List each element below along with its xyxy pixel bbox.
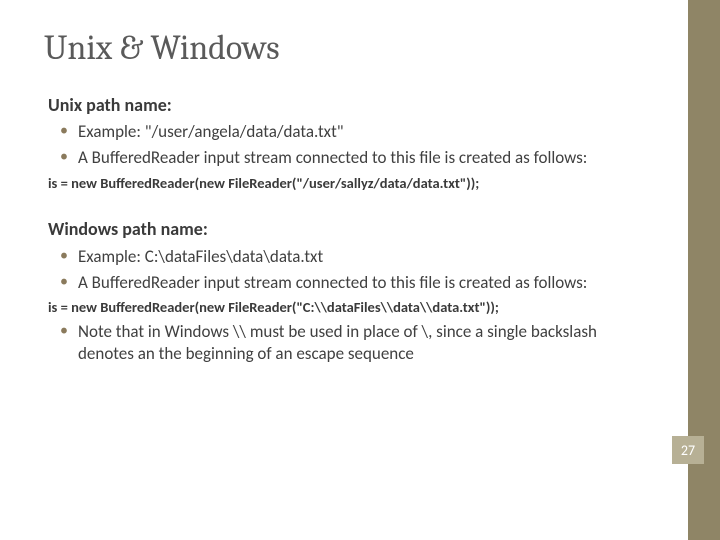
windows-code: is = new BufferedReader(new FileReader("… — [48, 298, 650, 317]
windows-list-cont: Note that in Windows \\ must be used in … — [48, 321, 650, 365]
list-item: Example: "/user/angela/data/data.txt" — [78, 121, 650, 143]
list-item: A BufferedReader input stream connected … — [78, 272, 650, 294]
slide-title: Unix & Windows — [0, 0, 720, 68]
unix-list: Example: "/user/angela/data/data.txt" A … — [48, 121, 650, 169]
unix-code: is = new BufferedReader(new FileReader("… — [48, 174, 650, 193]
slide-body: Unix path name: Example: "/user/angela/d… — [0, 68, 720, 365]
list-item: A BufferedReader input stream connected … — [78, 147, 650, 169]
list-item: Example: C:\dataFiles\data\data.txt — [78, 246, 650, 268]
windows-heading: Windows path name: — [48, 218, 650, 241]
list-item: Note that in Windows \\ must be used in … — [78, 321, 650, 365]
unix-heading: Unix path name: — [48, 94, 650, 117]
page-number-badge: 27 — [672, 436, 704, 464]
windows-list: Example: C:\dataFiles\data\data.txt A Bu… — [48, 246, 650, 294]
